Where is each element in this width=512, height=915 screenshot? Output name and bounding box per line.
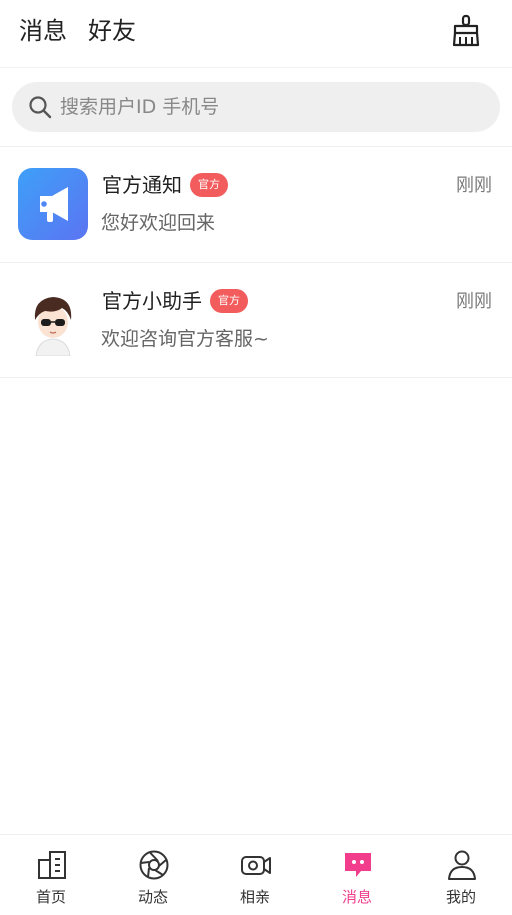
conversation-title: 官方小助手 官方 [102, 287, 248, 315]
broom-icon [452, 14, 480, 47]
profile-icon [448, 850, 476, 880]
home-icon [38, 851, 66, 879]
nav-dating[interactable]: 相亲 [204, 835, 306, 915]
tab-messages[interactable]: 消息 [19, 14, 67, 48]
nav-messages[interactable]: 消息 [306, 835, 408, 915]
top-bar: 消息 好友 [0, 0, 512, 68]
bottom-nav: 首页 动态 相亲 消息 我的 [0, 834, 512, 915]
nav-feed[interactable]: 动态 [102, 835, 204, 915]
conversation-row-official-assistant[interactable]: 官方小助手 官方 欢迎咨询官方客服~ 刚刚 [0, 263, 512, 378]
contact-name: 官方小助手 [102, 289, 202, 313]
assistant-avatar-icon [18, 284, 88, 357]
tab-friends[interactable]: 好友 [88, 14, 136, 48]
official-badge: 官方 [190, 173, 228, 197]
assistant-avatar [18, 284, 88, 357]
messages-screen: 消息 好友 搜索用户ID 手机号 官方通知 官方 您好欢迎回来 刚刚 官方小助手… [0, 0, 512, 915]
nav-dating-label: 相亲 [239, 888, 270, 906]
nav-profile[interactable]: 我的 [410, 835, 512, 915]
megaphone-avatar [18, 168, 88, 240]
search-input[interactable] [60, 82, 480, 132]
aperture-icon [139, 850, 169, 880]
message-preview: 您好欢迎回来 [101, 212, 216, 234]
megaphone-icon [18, 168, 88, 240]
nav-feed-label: 动态 [137, 888, 168, 906]
conversation-title: 官方通知 官方 [102, 171, 228, 199]
message-icon [345, 853, 371, 877]
video-camera-icon [241, 856, 271, 875]
message-time: 刚刚 [456, 175, 492, 196]
search-bar [12, 82, 500, 132]
nav-profile-label: 我的 [445, 888, 476, 906]
message-time: 刚刚 [456, 291, 492, 312]
search-icon [29, 96, 52, 119]
conversation-row-official-notice[interactable]: 官方通知 官方 您好欢迎回来 刚刚 [0, 147, 512, 262]
divider [0, 377, 512, 378]
official-badge: 官方 [210, 289, 248, 313]
nav-home[interactable]: 首页 [0, 835, 102, 915]
clear-unread-button[interactable] [450, 14, 482, 48]
nav-messages-label: 消息 [341, 888, 372, 906]
nav-home-label: 首页 [35, 888, 66, 906]
message-preview: 欢迎咨询官方客服~ [101, 328, 269, 350]
contact-name: 官方通知 [102, 173, 182, 197]
